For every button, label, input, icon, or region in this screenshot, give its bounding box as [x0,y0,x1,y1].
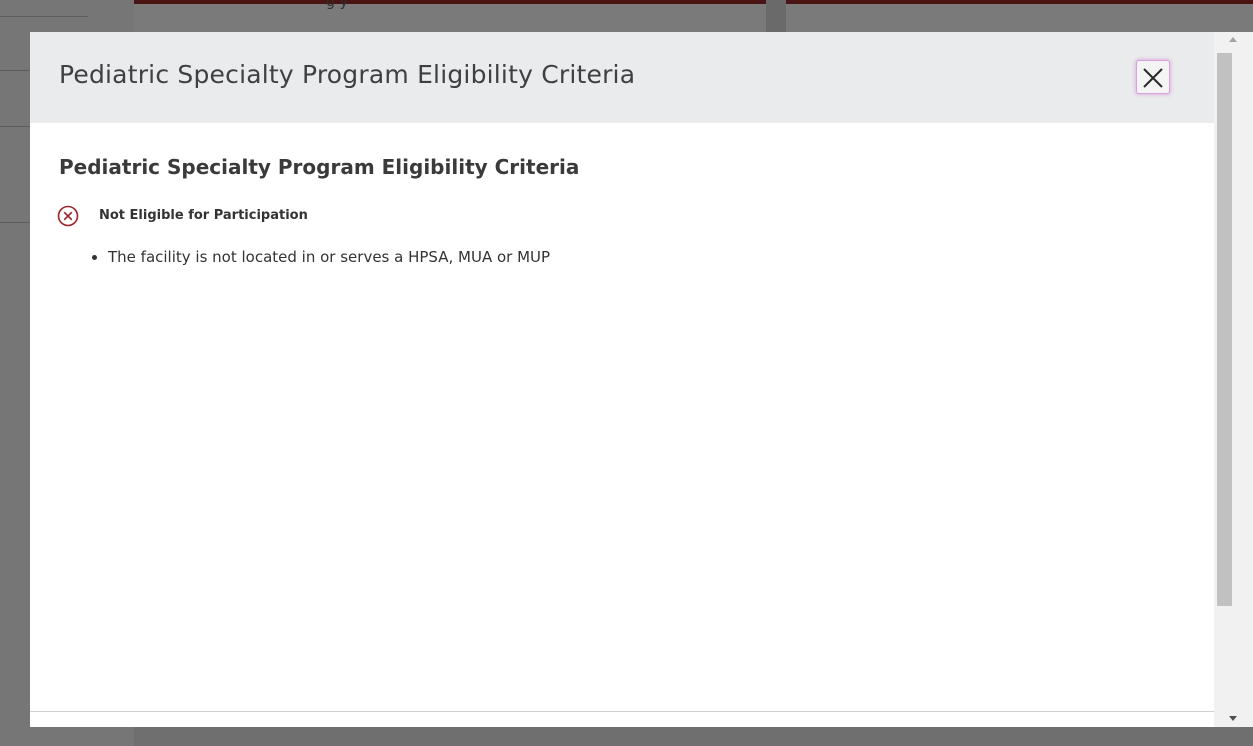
modal-scrollbar[interactable] [1214,32,1253,727]
close-icon [1143,68,1163,88]
modal-title: Pediatric Specialty Program Eligibility … [59,60,636,89]
list-item: The facility is not located in or serves… [108,247,550,267]
divider [0,16,88,17]
scroll-down-arrow[interactable] [1214,711,1253,727]
modal-footer-divider [30,711,1214,712]
ineligibility-reasons-list: The facility is not located in or serves… [90,247,550,267]
criteria-heading: Pediatric Specialty Program Eligibility … [59,155,580,179]
status-label: Not Eligible for Participation [99,208,308,223]
scroll-up-arrow[interactable] [1214,32,1253,48]
x-circle-icon [57,205,79,227]
modal-body: Pediatric Specialty Program Eligibility … [30,123,1214,710]
background-top-text: g y [326,0,349,10]
eligibility-modal: Pediatric Specialty Program Eligibility … [30,32,1253,727]
modal-header: Pediatric Specialty Program Eligibility … [30,32,1214,123]
scrollbar-thumb[interactable] [1217,53,1232,606]
close-button[interactable] [1136,60,1170,94]
